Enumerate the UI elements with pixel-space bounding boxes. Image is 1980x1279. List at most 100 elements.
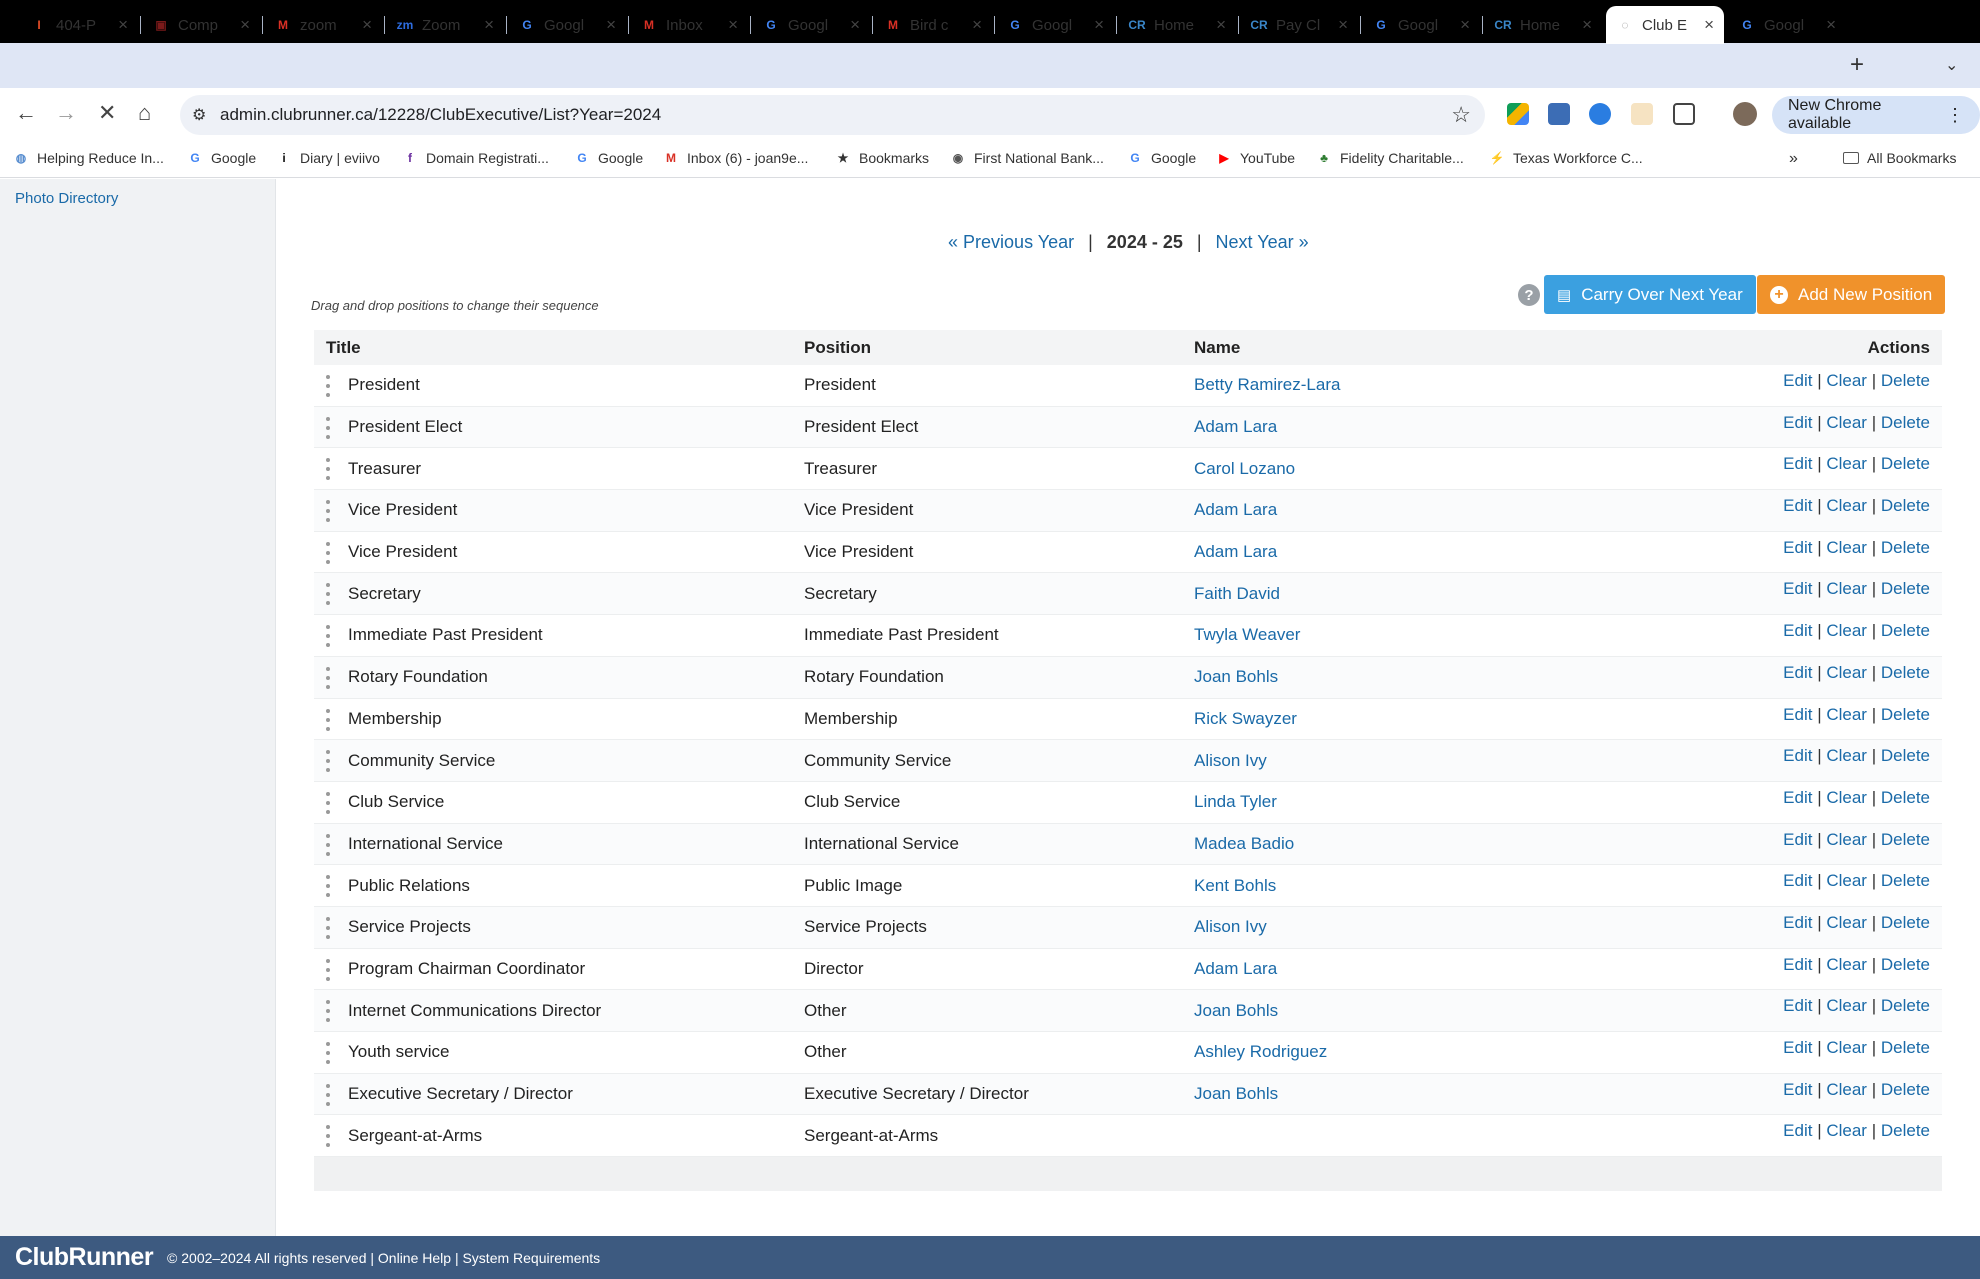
edit-link[interactable]: Edit — [1783, 1038, 1812, 1057]
help-icon[interactable]: ? — [1518, 284, 1540, 306]
forward-arrow-icon[interactable]: → — [55, 100, 77, 126]
delete-link[interactable]: Delete — [1881, 621, 1930, 640]
delete-link[interactable]: Delete — [1881, 413, 1930, 432]
row-member-name[interactable]: Twyla Weaver — [1194, 625, 1300, 645]
bookmark-star-icon[interactable]: ☆ — [1451, 102, 1471, 128]
table-row[interactable]: Secretary Secretary Faith David Edit | Clea… — [314, 573, 1942, 616]
close-tab-icon[interactable]: × — [972, 15, 982, 35]
bookmark-item[interactable]: f Domain Registrati... — [402, 150, 549, 166]
table-row[interactable]: Program Chairman Coordinator Director Adam… — [314, 949, 1942, 991]
row-member-name[interactable]: Alison Ivy — [1194, 751, 1267, 771]
table-row[interactable]: Vice President Vice President Adam Lara Edi… — [314, 490, 1942, 532]
browser-tab[interactable]: CR Home × — [1484, 6, 1602, 44]
next-year-link[interactable]: Next Year » — [1216, 232, 1309, 253]
browser-tab[interactable]: G Googl × — [508, 6, 626, 44]
table-row[interactable]: Sergeant-at-Arms Sergeant-at-Arms Edit | C… — [314, 1115, 1942, 1158]
drag-handle-icon[interactable] — [326, 791, 330, 814]
close-tab-icon[interactable]: × — [484, 15, 494, 35]
url-text[interactable]: admin.clubrunner.ca/12228/ClubExecutive/… — [220, 105, 1451, 125]
close-tab-icon[interactable]: × — [1216, 15, 1226, 35]
delete-link[interactable]: Delete — [1881, 871, 1930, 890]
delete-link[interactable]: Delete — [1881, 705, 1930, 724]
bookmark-item[interactable]: ♣ Fidelity Charitable... — [1316, 150, 1464, 166]
edit-link[interactable]: Edit — [1783, 996, 1812, 1015]
table-row[interactable]: Rotary Foundation Rotary Foundation Joan B… — [314, 656, 1942, 699]
site-info-icon[interactable]: ⚙ — [192, 105, 220, 125]
drag-handle-icon[interactable] — [326, 541, 330, 564]
close-tab-icon[interactable]: × — [362, 15, 372, 35]
browser-tab[interactable]: G Googl × — [996, 6, 1114, 44]
drag-handle-icon[interactable] — [326, 666, 330, 689]
table-row[interactable]: Executive Secretary / Director Executive … — [314, 1073, 1942, 1116]
add-new-position-button[interactable]: + Add New Position — [1757, 275, 1946, 314]
delete-link[interactable]: Delete — [1881, 579, 1930, 598]
drag-handle-icon[interactable] — [326, 875, 330, 898]
edit-link[interactable]: Edit — [1783, 955, 1812, 974]
browser-tab[interactable]: CR Pay Cl × — [1240, 6, 1358, 44]
drag-handle-icon[interactable] — [326, 625, 330, 648]
clear-link[interactable]: Clear — [1826, 996, 1867, 1015]
table-row[interactable]: Internet Communications Director Other Joa… — [314, 990, 1942, 1032]
browser-tab[interactable]: G Googl × — [1362, 6, 1480, 44]
row-member-name[interactable]: Rick Swayzer — [1194, 709, 1297, 729]
edit-link[interactable]: Edit — [1783, 913, 1812, 932]
row-member-name[interactable]: Joan Bohls — [1194, 667, 1278, 687]
edit-link[interactable]: Edit — [1783, 621, 1812, 640]
browser-tab[interactable]: CR Home × — [1118, 6, 1236, 44]
close-tab-icon[interactable]: × — [1704, 15, 1714, 35]
drag-handle-icon[interactable] — [326, 1125, 330, 1148]
all-bookmarks[interactable]: All Bookmarks — [1843, 150, 1956, 166]
edit-link[interactable]: Edit — [1783, 496, 1812, 515]
table-row[interactable]: Community Service Community Service Alison… — [314, 740, 1942, 782]
row-member-name[interactable]: Adam Lara — [1194, 500, 1277, 520]
row-member-name[interactable]: Adam Lara — [1194, 542, 1277, 562]
drag-handle-icon[interactable] — [326, 583, 330, 606]
drag-handle-icon[interactable] — [326, 1000, 330, 1023]
clear-link[interactable]: Clear — [1826, 496, 1867, 515]
bookmark-item[interactable]: ▶ YouTube — [1216, 150, 1295, 166]
delete-link[interactable]: Delete — [1881, 496, 1930, 515]
home-icon[interactable]: ⌂ — [138, 100, 151, 126]
edit-link[interactable]: Edit — [1783, 663, 1812, 682]
close-tab-icon[interactable]: × — [728, 15, 738, 35]
drag-handle-icon[interactable] — [326, 1042, 330, 1064]
clear-link[interactable]: Clear — [1826, 1121, 1867, 1140]
browser-tab[interactable]: G Googl × — [1728, 6, 1846, 44]
compass-extension-icon[interactable] — [1589, 103, 1611, 125]
row-member-name[interactable]: Betty Ramirez-Lara — [1194, 375, 1340, 395]
bookmark-item[interactable]: M Inbox (6) - joan9e... — [663, 150, 808, 166]
clear-link[interactable]: Clear — [1826, 413, 1867, 432]
delete-link[interactable]: Delete — [1881, 538, 1930, 557]
drag-handle-icon[interactable] — [326, 958, 330, 981]
clear-link[interactable]: Clear — [1826, 913, 1867, 932]
tab-search-chevron-icon[interactable]: ⌄ — [1945, 55, 1958, 75]
puzzle-extensions-icon[interactable] — [1673, 103, 1695, 125]
close-tab-icon[interactable]: × — [1582, 15, 1592, 35]
table-row[interactable]: Youth service Other Ashley Rodriguez Edit |… — [314, 1032, 1942, 1074]
browser-tab[interactable]: ◌ Club E × — [1606, 6, 1724, 44]
close-tab-icon[interactable]: × — [1094, 15, 1104, 35]
profile-avatar[interactable] — [1733, 102, 1757, 126]
close-tab-icon[interactable]: × — [240, 15, 250, 35]
extension-icon[interactable] — [1548, 103, 1570, 125]
close-tab-icon[interactable]: × — [850, 15, 860, 35]
delete-link[interactable]: Delete — [1881, 1038, 1930, 1057]
stop-loading-icon[interactable]: ✕ — [98, 100, 116, 126]
edit-link[interactable]: Edit — [1783, 871, 1812, 890]
edit-link[interactable]: Edit — [1783, 705, 1812, 724]
close-tab-icon[interactable]: × — [1338, 15, 1348, 35]
table-row[interactable]: President Elect President Elect Adam Lara E… — [314, 406, 1942, 449]
delete-link[interactable]: Delete — [1881, 1080, 1930, 1099]
row-member-name[interactable]: Linda Tyler — [1194, 792, 1277, 812]
bookmark-item[interactable]: ★ Bookmarks — [835, 150, 929, 166]
sidebar-link-photo-directory[interactable]: Photo Directory — [15, 190, 118, 207]
clear-link[interactable]: Clear — [1826, 746, 1867, 765]
delete-link[interactable]: Delete — [1881, 663, 1930, 682]
edit-link[interactable]: Edit — [1783, 1080, 1812, 1099]
menu-dots-icon[interactable]: ⋮ — [1946, 105, 1964, 126]
back-arrow-icon[interactable]: ← — [15, 100, 37, 126]
bookmark-item[interactable]: ◉ First National Bank... — [950, 150, 1104, 166]
table-row[interactable]: Treasurer Treasurer Carol Lozano Edit | Cle… — [314, 448, 1942, 491]
bookmark-item[interactable]: G Google — [187, 150, 256, 166]
clear-link[interactable]: Clear — [1826, 955, 1867, 974]
